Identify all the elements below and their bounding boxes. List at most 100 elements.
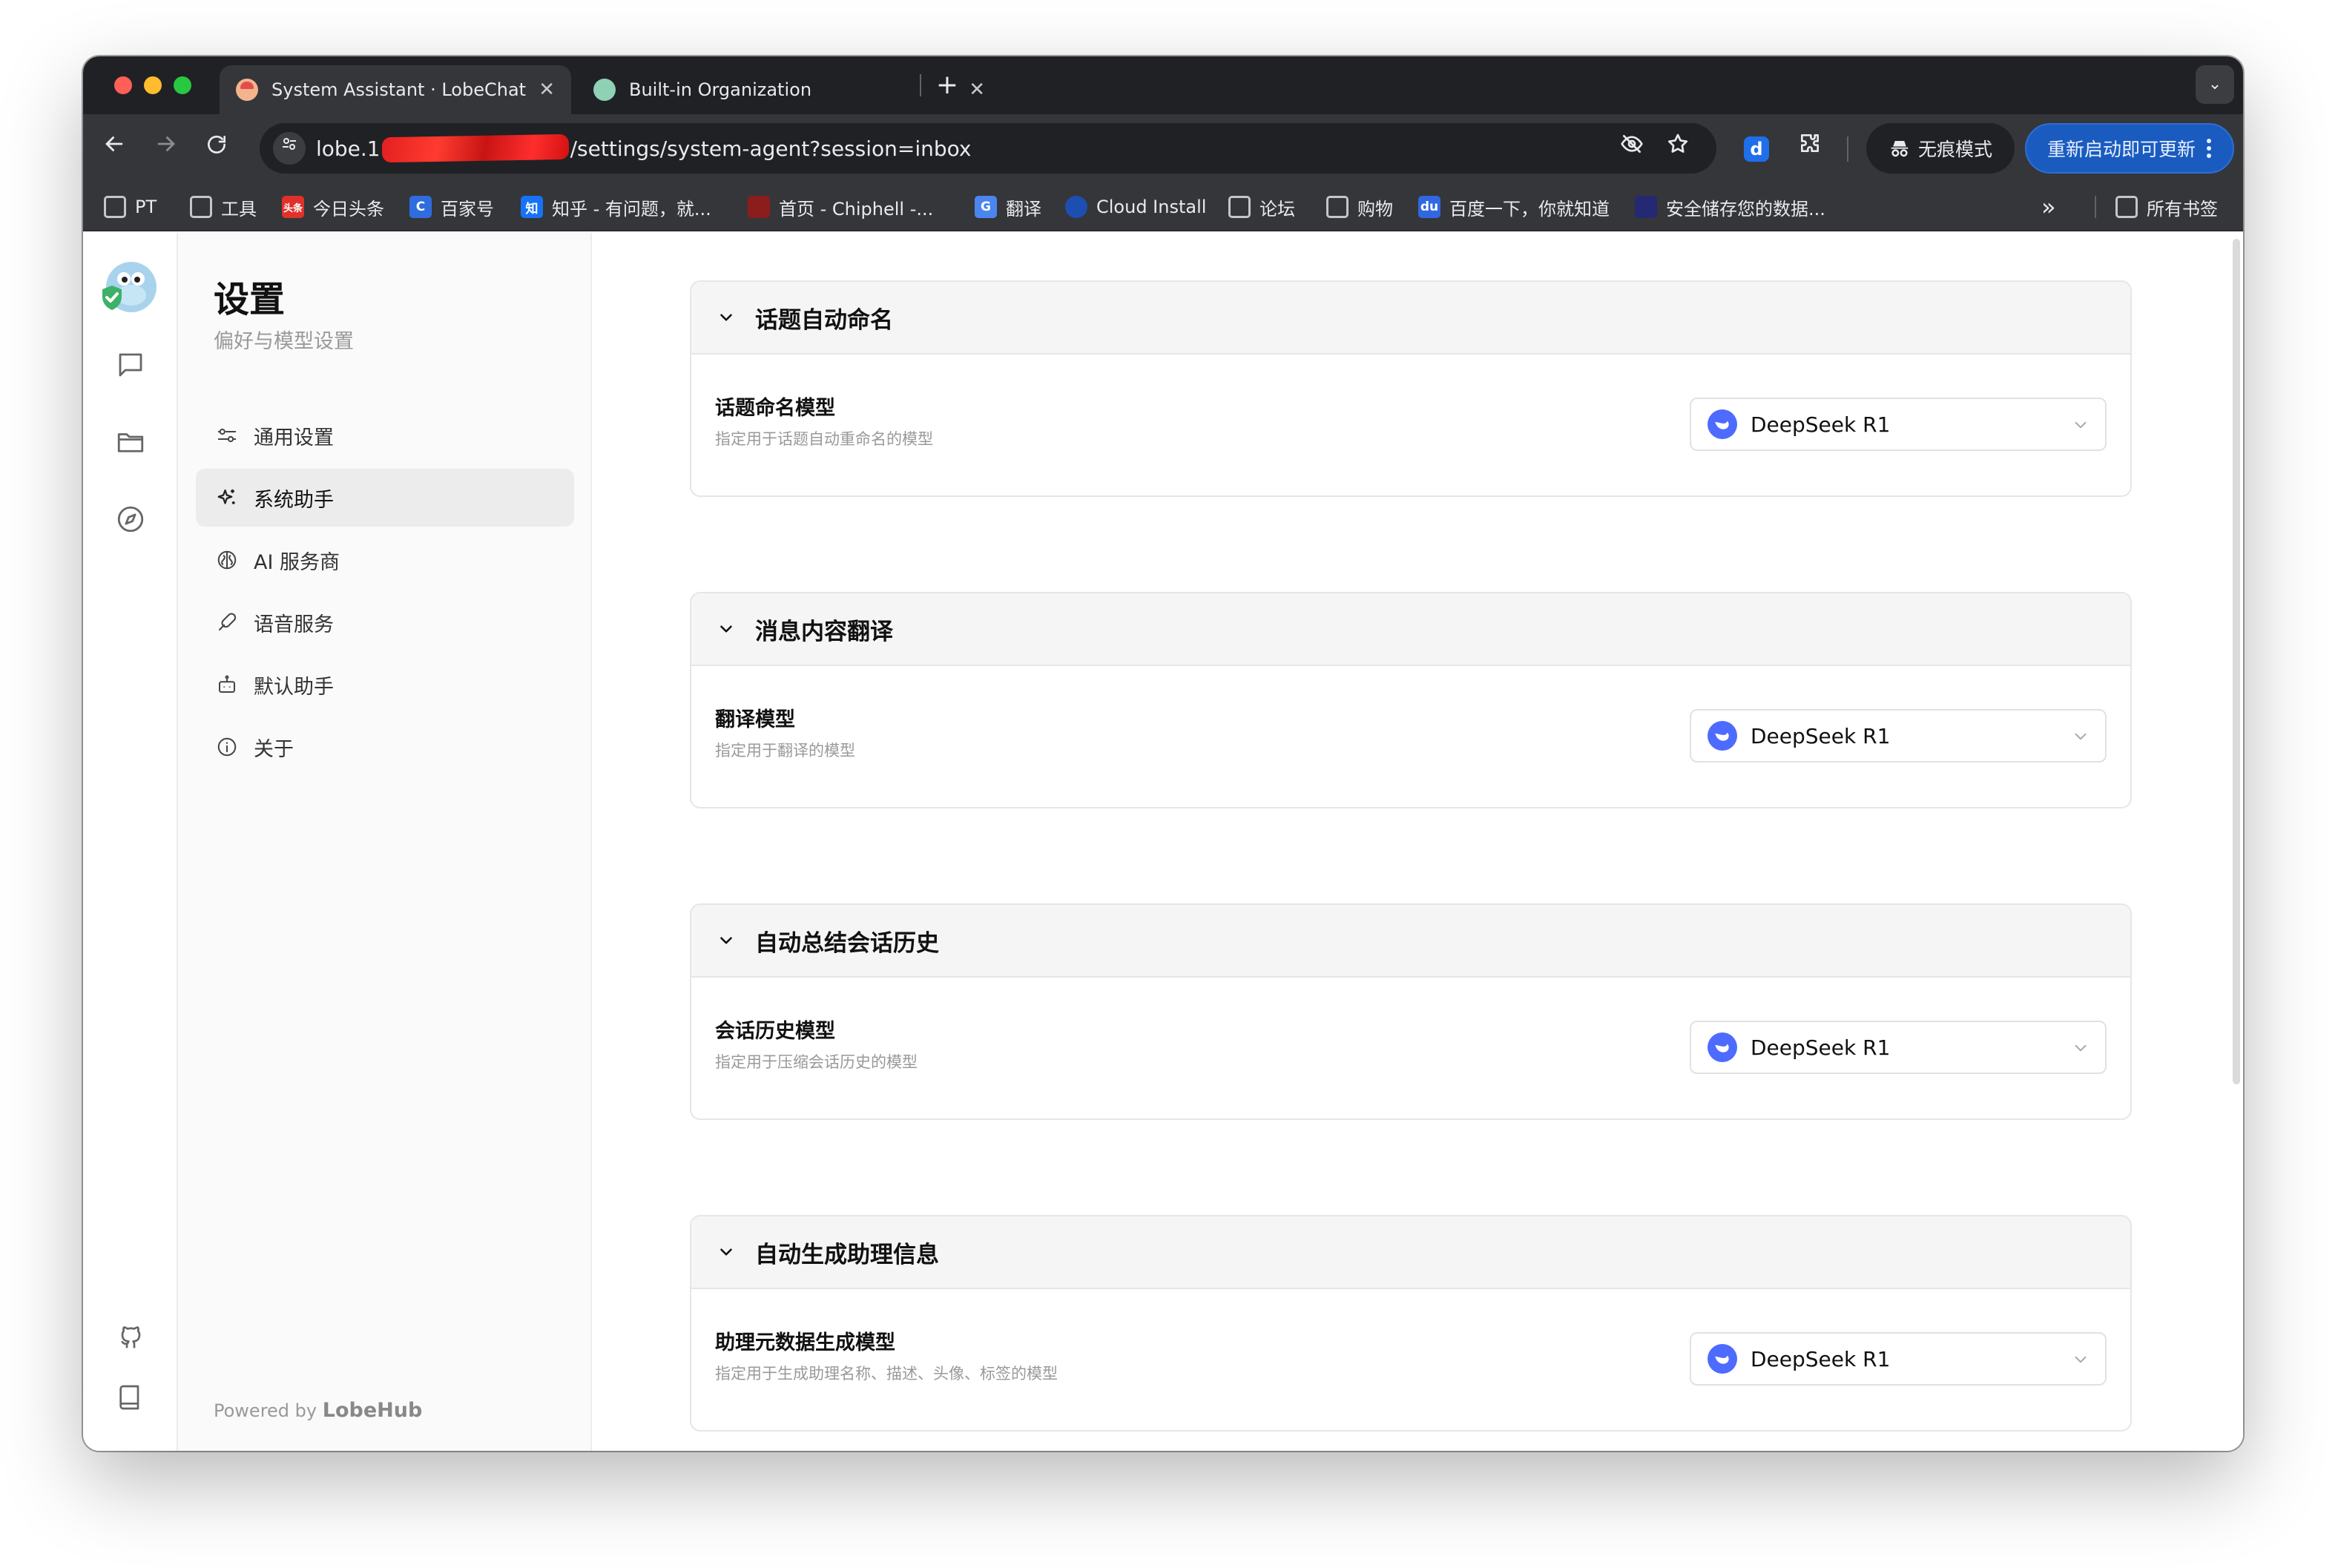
chevron-down-icon — [2071, 1038, 2090, 1058]
all-bookmarks-button[interactable]: 所有书签 — [2115, 182, 2218, 231]
model-name: DeepSeek R1 — [1751, 1035, 1891, 1060]
bookmark-label: 知乎 - 有问题，就... — [552, 198, 711, 220]
chevron-down-icon — [717, 619, 736, 639]
deepseek-icon — [1708, 1344, 1737, 1374]
forward-button[interactable] — [145, 128, 187, 169]
user-avatar[interactable] — [99, 257, 160, 317]
model-select[interactable]: DeepSeek R1 — [1690, 1021, 2107, 1074]
bookmark-label: 今日头条 — [313, 198, 384, 220]
bookmark-translate[interactable]: G 翻译 — [975, 182, 1041, 231]
relaunch-to-update-button[interactable]: 重新启动即可更新 — [2025, 123, 2234, 174]
bookmark-baijiahao[interactable]: C 百家号 — [409, 182, 494, 231]
section-title: 自动生成助理信息 — [755, 1241, 939, 1268]
tune-icon — [283, 138, 296, 150]
setting-label: 助理元数据生成模型 — [715, 1331, 895, 1354]
sidebar-item-about[interactable]: 关于 — [196, 718, 574, 776]
tab-search-button[interactable]: ⌄ — [2196, 65, 2234, 104]
incognito-label: 无痕模式 — [1917, 139, 1992, 160]
bookmark-cloud-install[interactable]: Cloud Install — [1065, 182, 1206, 231]
bookmark-folder-pt[interactable]: PT — [104, 182, 157, 231]
sidebar-item-label: 默认助手 — [254, 675, 334, 699]
bookmark-star-icon[interactable] — [1662, 132, 1694, 165]
lobehub-brand: LobeHub — [322, 1399, 423, 1422]
lobechat-favicon-icon — [236, 79, 258, 101]
incognito-indicator[interactable]: 无痕模式 — [1866, 123, 2015, 174]
incognito-icon — [1891, 141, 1909, 157]
content-scrollbar[interactable] — [2233, 239, 2240, 1084]
model-select[interactable]: DeepSeek R1 — [1690, 398, 2107, 451]
section-body: 助理元数据生成模型 指定用于生成助理名称、描述、头像、标签的模型 DeepSee… — [691, 1289, 2130, 1430]
sidebar-item-system-agent[interactable]: 系统助手 — [196, 469, 574, 527]
section-header[interactable]: 消息内容翻译 — [691, 593, 2130, 666]
bookmark-folder-forum[interactable]: 论坛 — [1228, 182, 1295, 231]
more-bookmarks-button[interactable]: » — [2041, 182, 2056, 231]
settings-content: 话题自动命名 话题命名模型 指定用于话题自动重命名的模型 DeepSeek R1 — [592, 233, 2243, 1451]
files-button[interactable] — [107, 418, 154, 466]
toolbar-separator — [1847, 136, 1848, 162]
close-tab-icon[interactable]: ✕ — [969, 79, 985, 101]
sidebar-item-general[interactable]: 通用设置 — [196, 406, 574, 464]
sidebar-item-label: 系统助手 — [254, 488, 334, 512]
lobechat-app: 设置 偏好与模型设置 通用设置 系统助手 AI 服务商 语音服务 默认助手 关于… — [83, 233, 2243, 1451]
bookmark-secure-storage[interactable]: 安全储存您的数据... — [1635, 182, 1825, 231]
bookmark-zhihu[interactable]: 知知乎 - 有问题，就... — [521, 182, 711, 231]
section-body: 话题命名模型 指定用于话题自动重命名的模型 DeepSeek R1 — [691, 355, 2130, 495]
browser-toolbar: lobe.1 /settings/system-agent?session=in… — [83, 114, 2243, 182]
model-select[interactable]: DeepSeek R1 — [1690, 1332, 2107, 1386]
section-body: 会话历史模型 指定用于压缩会话历史的模型 DeepSeek R1 — [691, 978, 2130, 1119]
sidebar-item-label: 关于 — [254, 737, 294, 761]
reload-button[interactable] — [196, 128, 237, 169]
setting-label: 翻译模型 — [715, 708, 795, 731]
section-header[interactable]: 话题自动命名 — [691, 282, 2130, 355]
new-tab-button[interactable]: + — [930, 68, 964, 102]
sidebar-item-label: AI 服务商 — [254, 550, 340, 574]
section-header[interactable]: 自动生成助理信息 — [691, 1216, 2130, 1289]
folder-icon — [1326, 196, 1349, 218]
sidebar-item-default-agent[interactable]: 默认助手 — [196, 656, 574, 714]
section-translation: 消息内容翻译 翻译模型 指定用于翻译的模型 DeepSeek R1 — [690, 592, 2132, 808]
sparkles-icon — [214, 484, 240, 511]
tab-system-assistant[interactable]: System Assistant · LobeChat ✕ — [220, 65, 571, 114]
sidebar-item-ai-provider[interactable]: AI 服务商 — [196, 531, 574, 589]
bookmark-label: 百度一下，你就知道 — [1449, 198, 1610, 220]
organization-favicon-icon — [593, 79, 616, 101]
bookmark-folder-tools[interactable]: 工具 — [190, 182, 257, 231]
chevron-down-icon — [2071, 727, 2090, 746]
close-tab-icon[interactable]: ✕ — [539, 79, 555, 101]
section-header[interactable]: 自动总结会话历史 — [691, 905, 2130, 978]
chat-button[interactable] — [107, 341, 154, 389]
bookmarks-bar: PT 工具 头条 今日头条 C 百家号 知知乎 - 有问题，就... 首页 - Ch… — [83, 182, 2243, 231]
bookmark-chiphell[interactable]: 首页 - Chiphell -... — [748, 182, 933, 231]
bookmark-label: 购物 — [1357, 198, 1393, 220]
bookmark-label: 百家号 — [441, 198, 494, 220]
lobe-mascot-icon — [102, 262, 157, 312]
extension-d-icon[interactable]: d — [1736, 128, 1777, 169]
sidebar-item-tts[interactable]: 语音服务 — [196, 593, 574, 651]
zoom-window-button[interactable] — [174, 76, 191, 94]
eye-off-icon[interactable] — [1616, 132, 1648, 165]
close-window-button[interactable] — [114, 76, 132, 94]
address-bar[interactable]: lobe.1 /settings/system-agent?session=in… — [260, 123, 1716, 174]
docs-button[interactable] — [107, 1374, 154, 1421]
page-subtitle: 偏好与模型设置 — [214, 330, 354, 353]
compass-icon — [117, 506, 144, 533]
minimize-window-button[interactable] — [144, 76, 162, 94]
model-name: DeepSeek R1 — [1751, 412, 1891, 437]
site-info-icon[interactable] — [273, 132, 306, 165]
github-icon — [121, 1326, 141, 1348]
github-button[interactable] — [107, 1314, 154, 1362]
powered-by[interactable]: Powered by LobeHub — [214, 1399, 422, 1422]
extensions-puzzle-icon[interactable] — [1789, 128, 1831, 169]
model-select[interactable]: DeepSeek R1 — [1690, 709, 2107, 762]
relaunch-label: 重新启动即可更新 — [2046, 139, 2196, 160]
url-text[interactable]: lobe.1 /settings/system-agent?session=in… — [316, 134, 971, 163]
browser-window: System Assistant · LobeChat ✕ Built-in O… — [83, 56, 2243, 1451]
discover-button[interactable] — [107, 495, 154, 543]
bookmark-toutiao[interactable]: 头条 今日头条 — [282, 182, 384, 231]
mic-icon — [214, 609, 240, 636]
section-title: 消息内容翻译 — [755, 618, 893, 645]
reload-icon — [208, 135, 225, 154]
bookmark-baidu[interactable]: du 百度一下，你就知道 — [1418, 182, 1610, 231]
back-button[interactable] — [93, 128, 135, 169]
bookmark-folder-shopping[interactable]: 购物 — [1326, 182, 1393, 231]
